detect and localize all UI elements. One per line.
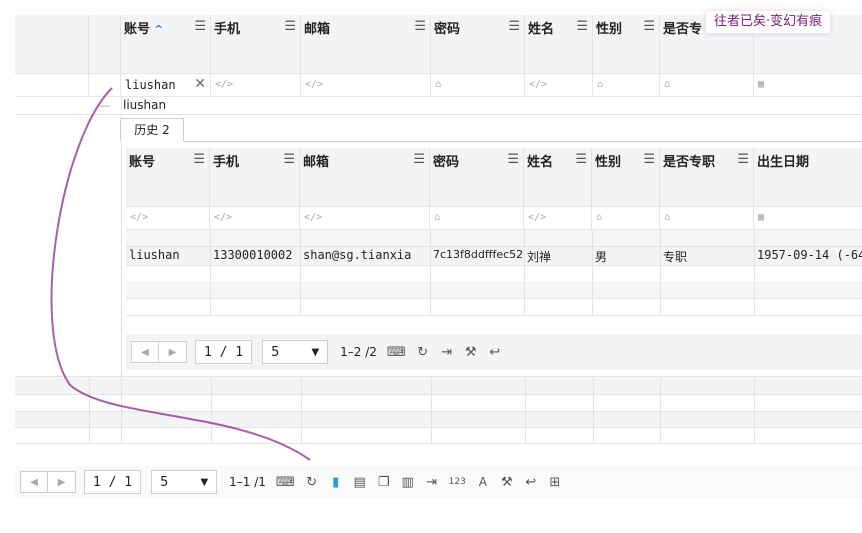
watermark-label: 往者已矣·变幻有痕 (706, 11, 831, 33)
decorative-curve (50, 87, 311, 461)
